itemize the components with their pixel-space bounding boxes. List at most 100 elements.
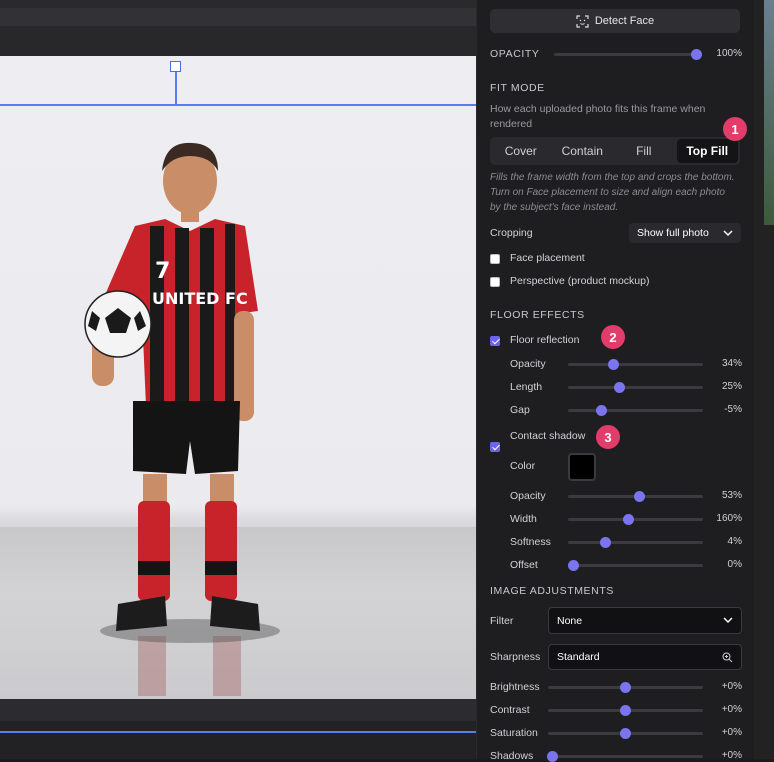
adjust-contrast-slider-knob[interactable] xyxy=(620,705,631,716)
adjust-brightness-label: Brightness xyxy=(490,681,540,693)
guide-line-vertical xyxy=(175,70,177,106)
callout-badge-3: 3 xyxy=(596,425,620,449)
canvas-top-bar xyxy=(0,0,476,8)
shadow-width-label: Width xyxy=(510,513,537,525)
cropping-label: Cropping xyxy=(490,227,533,239)
adjacent-window-edge xyxy=(754,0,774,759)
adjust-shadows-value: +0% xyxy=(721,750,742,761)
opacity-value: 100% xyxy=(716,48,742,59)
fit-mode-contain[interactable]: Contain xyxy=(552,137,614,165)
adjust-contrast-label: Contrast xyxy=(490,704,530,716)
adjust-brightness-slider[interactable] xyxy=(548,682,703,693)
filter-value: None xyxy=(557,614,583,627)
perspective-label: Perspective (product mockup) xyxy=(510,275,650,287)
photo-frame[interactable]: 7 UNITED FC xyxy=(0,56,476,699)
adjust-shadows-slider[interactable] xyxy=(547,751,703,762)
adjust-brightness-slider-knob[interactable] xyxy=(620,682,631,693)
shadow-opacity-slider[interactable] xyxy=(568,491,703,502)
shadow-color-swatch[interactable] xyxy=(568,453,596,481)
shadow-opacity-label: Opacity xyxy=(510,490,546,502)
reflection-length-slider[interactable] xyxy=(568,382,703,393)
floor-effects-title: FLOOR EFFECTS xyxy=(490,309,585,321)
jersey-text: UNITED FC xyxy=(152,289,248,308)
reflection-length-value: 25% xyxy=(721,381,742,392)
shadow-offset-value: 0% xyxy=(727,559,742,570)
adjust-contrast-slider[interactable] xyxy=(548,705,703,716)
reflection-length-label: Length xyxy=(510,381,543,393)
fit-mode-cover[interactable]: Cover xyxy=(490,137,552,165)
reflection-opacity-slider-knob[interactable] xyxy=(608,359,620,370)
reflection-gap-slider[interactable] xyxy=(568,405,703,416)
guide-line-horizontal xyxy=(0,104,476,106)
shadow-softness-slider[interactable] xyxy=(568,537,703,548)
cropping-select[interactable]: Show full photo xyxy=(629,223,741,243)
filter-select[interactable]: None xyxy=(548,607,742,634)
editor-canvas[interactable]: 7 UNITED FC xyxy=(0,0,476,759)
adjust-shadows-slider-knob[interactable] xyxy=(547,751,559,762)
resize-handle[interactable] xyxy=(170,61,181,72)
jersey-number: 7 xyxy=(155,259,170,284)
guide-line-bottom xyxy=(0,731,476,733)
shadow-opacity-value: 53% xyxy=(721,490,742,501)
detect-face-button[interactable]: Detect Face xyxy=(490,9,740,33)
face-placement-checkbox[interactable] xyxy=(490,254,500,264)
shadow-offset-slider[interactable] xyxy=(567,560,703,571)
shadow-offset-label: Offset xyxy=(510,559,538,571)
canvas-ruler xyxy=(0,26,476,56)
shadow-color-label: Color xyxy=(510,460,536,472)
sharpness-select[interactable]: Standard xyxy=(548,644,742,670)
chevron-down-icon xyxy=(723,617,733,624)
zoom-icon xyxy=(722,652,733,662)
face-placement-label: Face placement xyxy=(510,252,585,264)
sharpness-value: Standard xyxy=(557,651,600,663)
shadow-width-slider[interactable] xyxy=(568,514,703,525)
adjust-saturation-value: +0% xyxy=(721,727,742,738)
adjust-saturation-slider[interactable] xyxy=(548,728,703,739)
fit-mode-help: Fills the frame width from the top and c… xyxy=(490,172,735,213)
adjacent-thumbnail xyxy=(764,0,774,225)
contact-shadow-checkbox[interactable] xyxy=(490,442,500,452)
opacity-label: OPACITY xyxy=(490,48,540,60)
shadow-softness-value: 4% xyxy=(727,536,742,547)
sharpness-label: Sharpness xyxy=(490,651,541,663)
floor-reflection-checkbox[interactable] xyxy=(490,336,500,346)
chevron-down-icon xyxy=(723,229,733,236)
shadow-width-slider-knob[interactable] xyxy=(623,514,635,525)
adjust-contrast-value: +0% xyxy=(721,704,742,715)
shadow-softness-slider-knob[interactable] xyxy=(600,537,612,548)
player-illustration: 7 UNITED FC xyxy=(84,142,280,696)
shadow-softness-label: Softness xyxy=(510,536,551,548)
adjust-saturation-slider-knob[interactable] xyxy=(620,728,631,739)
contact-shadow-label: Contact shadow xyxy=(510,430,586,442)
fit-mode-fill[interactable]: Fill xyxy=(613,137,675,165)
cropping-value: Show full photo xyxy=(637,227,709,239)
canvas-footer-strip xyxy=(0,699,476,721)
shadow-offset-slider-knob[interactable] xyxy=(567,560,579,571)
fit-mode-description: How each uploaded photo fits this frame … xyxy=(490,103,706,130)
image-adjustments-title: IMAGE ADJUSTMENTS xyxy=(490,585,614,597)
callout-badge-2: 2 xyxy=(601,325,625,349)
shadow-opacity-slider-knob[interactable] xyxy=(634,491,646,502)
face-scan-icon xyxy=(576,14,589,28)
opacity-slider-knob[interactable] xyxy=(690,49,702,60)
reflection-gap-value: -5% xyxy=(724,404,742,415)
reflection-length-slider-knob[interactable] xyxy=(613,382,625,393)
adjust-saturation-label: Saturation xyxy=(490,727,538,739)
adjust-shadows-label: Shadows xyxy=(490,750,534,762)
fit-mode-title: FIT MODE xyxy=(490,82,545,94)
fit-mode-segmented-control: Cover Contain Fill Top Fill xyxy=(490,137,740,165)
callout-badge-1: 1 xyxy=(723,117,747,141)
reflection-gap-label: Gap xyxy=(510,404,530,416)
shadow-width-value: 160% xyxy=(716,513,742,524)
fit-mode-top-fill[interactable]: Top Fill xyxy=(676,139,738,163)
reflection-gap-slider-knob[interactable] xyxy=(596,405,608,416)
filter-label: Filter xyxy=(490,615,514,627)
adjust-brightness-value: +0% xyxy=(721,681,742,692)
perspective-checkbox[interactable] xyxy=(490,277,500,287)
reflection-opacity-label: Opacity xyxy=(510,358,546,370)
reflection-opacity-slider[interactable] xyxy=(568,359,703,370)
properties-panel: Detect Face OPACITY 100% FIT MODE How ea… xyxy=(476,0,755,762)
floor-reflection-label: Floor reflection xyxy=(510,334,580,346)
reflection-opacity-value: 34% xyxy=(721,358,742,369)
opacity-slider[interactable] xyxy=(554,49,702,60)
